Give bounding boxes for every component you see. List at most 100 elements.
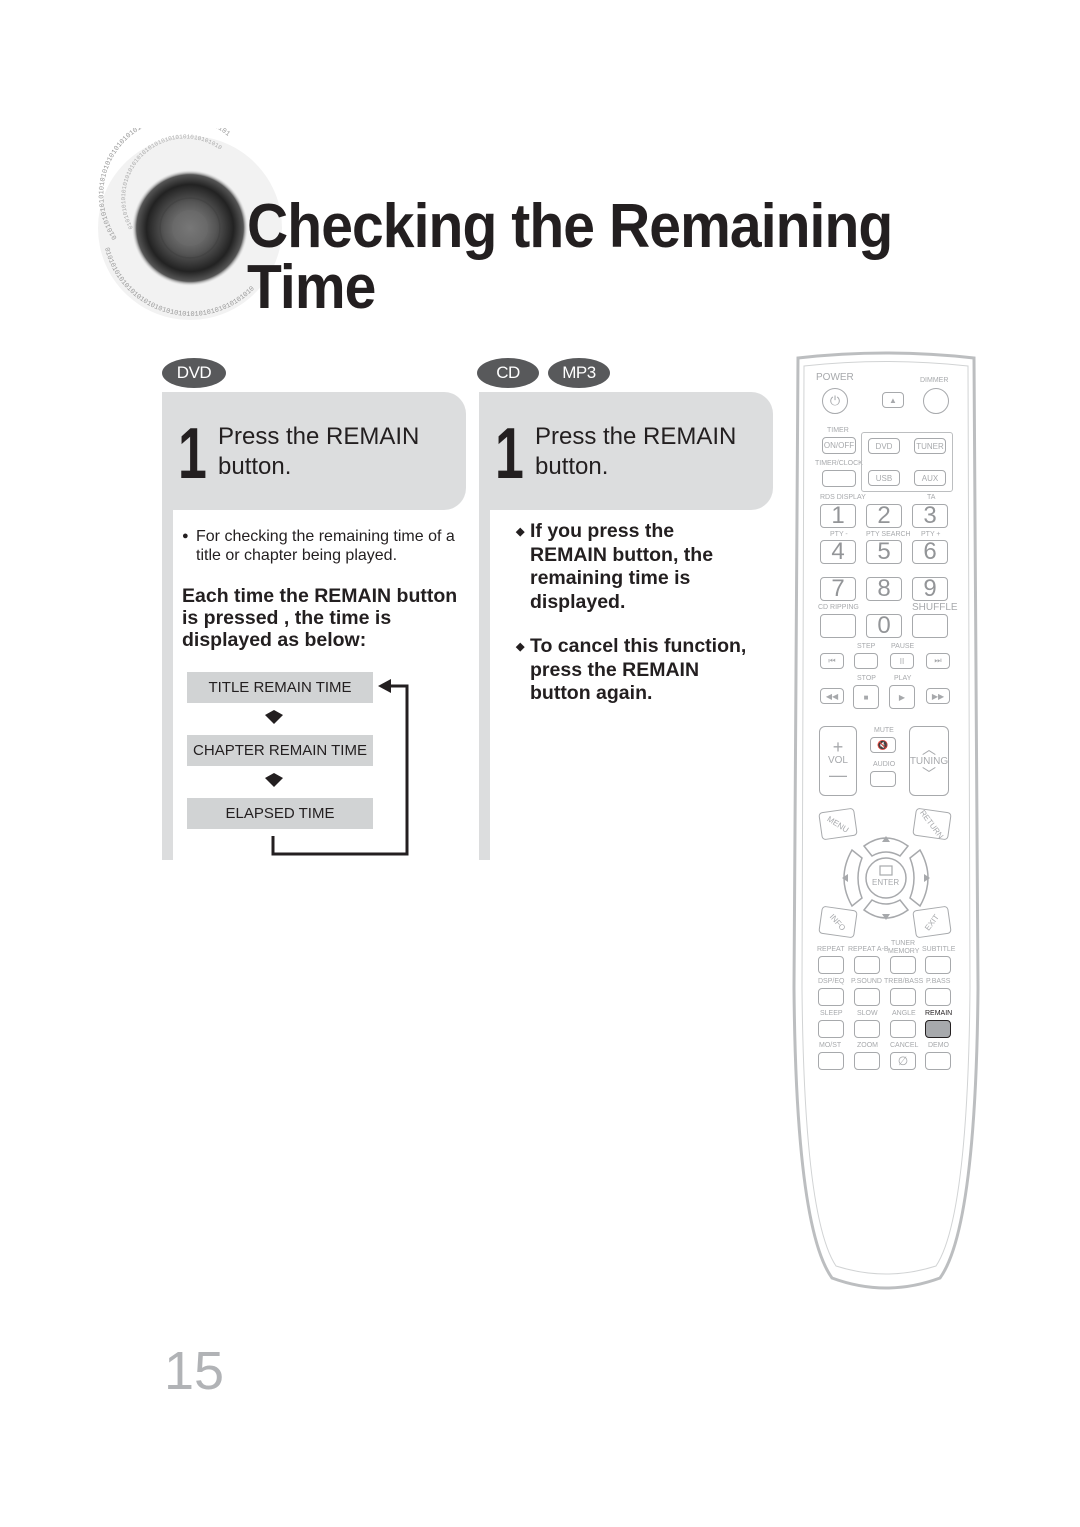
- pty-plus-label: PTY +: [921, 531, 941, 538]
- list-line: displayed.: [530, 590, 626, 613]
- list-line: button again.: [530, 682, 653, 704]
- dvd-badge: DVD: [162, 358, 226, 388]
- fn-label: MO/ST: [819, 1042, 842, 1049]
- list-line: remaining time is: [530, 567, 691, 589]
- demo-button: [925, 1052, 951, 1070]
- fn-label: REPEAT A-B: [848, 946, 889, 953]
- step-number: 1: [178, 414, 207, 494]
- fn-label: CANCEL: [890, 1042, 919, 1049]
- list-line: To cancel this function,: [530, 635, 747, 657]
- fn-label: P.BASS: [926, 978, 951, 985]
- tuning-label: TUNING: [909, 755, 949, 767]
- fn-label: ZOOM: [857, 1042, 878, 1049]
- list-item: ◆ To cancel this function, press the REM…: [516, 635, 747, 706]
- subtitle-button: [925, 956, 951, 974]
- treb-bass-button: [890, 988, 916, 1006]
- dimmer-button: [923, 388, 949, 414]
- instruction-list: ◆ If you press the REMAIN button, the re…: [516, 520, 747, 727]
- list-line: REMAIN button, the: [530, 543, 714, 566]
- digit-0-button: 0: [866, 612, 902, 639]
- list-line: press the REMAIN: [530, 658, 700, 681]
- list-item: ◆ If you press the REMAIN button, the re…: [516, 520, 746, 614]
- dsp-eq-button: [818, 988, 844, 1006]
- p-sound-button: [854, 988, 880, 1006]
- stop-label: STOP: [857, 675, 876, 682]
- digit-8-button: 8: [866, 575, 902, 602]
- fn-label: ANGLE: [892, 1010, 916, 1017]
- info-button: INFO: [818, 905, 858, 939]
- page-title: Checking the Remaining Time: [247, 192, 893, 322]
- tuner-memory-button: [890, 956, 916, 974]
- eject-button: ▲: [882, 392, 904, 408]
- pty-minus-label: PTY -: [830, 531, 848, 538]
- exit-label: EXIT: [923, 912, 941, 932]
- stop-button: ■: [853, 685, 879, 709]
- repeat-button: [818, 956, 844, 974]
- digit-7-button: 7: [820, 575, 856, 602]
- step-instruction: Press the REMAIN button.: [535, 422, 736, 482]
- fast-forward-button: ▶▶: [926, 688, 950, 704]
- remain-label-highlighted: REMAIN: [925, 1010, 953, 1017]
- mp3-badge: MP3: [548, 358, 610, 388]
- mute-label: MUTE: [874, 727, 894, 734]
- audio-label: AUDIO: [873, 761, 896, 768]
- step-button: [854, 653, 878, 669]
- timer-label: TIMER: [827, 427, 849, 434]
- step-box: 1 Press the REMAIN button.: [479, 392, 773, 510]
- cancel-button: ∅: [890, 1052, 916, 1070]
- note-text: ● For checking the remaining time of a t…: [182, 527, 455, 565]
- digit-1-button: 1: [820, 502, 856, 529]
- rewind-button: ◀◀: [820, 688, 844, 704]
- sleep-button: [818, 1020, 844, 1038]
- shuffle-button: [912, 614, 948, 638]
- display-sequence-intro: Each time the REMAIN button is pressed ,…: [182, 585, 457, 651]
- previous-track-button: ⏮: [820, 653, 844, 669]
- info-label: INFO: [828, 911, 848, 933]
- timer-on-off-button: ON/OFF: [822, 437, 856, 454]
- repeat-a-b-button: [854, 956, 880, 974]
- step-line: Press the REMAIN: [218, 423, 420, 450]
- step-line: Press the REMAIN: [535, 423, 737, 450]
- mo-st-button: [818, 1052, 844, 1070]
- fn-label: DEMO: [928, 1042, 949, 1049]
- fn-label: TREB/BASS: [884, 978, 924, 985]
- ta-label: TA: [927, 494, 936, 501]
- timer-clock-button: [822, 470, 856, 487]
- digit-5-button: 5: [866, 538, 902, 565]
- cd-ripping-label: CD RIPPING: [818, 604, 859, 611]
- step-label: STEP: [857, 643, 876, 650]
- fn-label: SUBTITLE: [922, 946, 956, 953]
- shuffle-label: SHUFFLE: [912, 602, 958, 613]
- plus-icon: +: [832, 736, 844, 757]
- angle-button: [890, 1020, 916, 1038]
- p-bass-button: [925, 988, 951, 1006]
- rds-display-label: RDS DISPLAY: [820, 494, 866, 501]
- diamond-bullet-icon: ◆: [516, 526, 525, 538]
- page-number: 15: [164, 1341, 225, 1401]
- dvd-source-button: DVD: [868, 438, 900, 454]
- chevron-up-icon: ︿: [922, 740, 936, 757]
- enter-label: ENTER: [872, 878, 900, 887]
- play-label: PLAY: [894, 675, 912, 682]
- chevron-down-icon: ﹀: [922, 765, 936, 782]
- tuner-source-button: TUNER: [914, 438, 946, 454]
- remote-control-illustration: POWER DIMMER ⏻ ▲ TIMER ON/OFF TIMER/CLOC…: [790, 348, 982, 1296]
- cd-ripping-button: [820, 614, 856, 638]
- diamond-bullet-icon: ◆: [516, 641, 525, 653]
- volume-rocker: + VOL —: [819, 726, 857, 796]
- remain-button-highlighted: [925, 1020, 951, 1038]
- vol-label: VOL: [827, 754, 848, 766]
- pause-button: II: [890, 653, 914, 669]
- pause-label: PAUSE: [891, 643, 915, 650]
- step-line: button.: [218, 453, 292, 480]
- bullet-icon: ●: [182, 530, 189, 542]
- digit-4-button: 4: [820, 538, 856, 565]
- page-title-line2: Time: [247, 253, 376, 322]
- digit-3-button: 3: [912, 502, 948, 529]
- paragraph-line: displayed as below:: [182, 629, 367, 651]
- digit-6-button: 6: [912, 538, 948, 565]
- fn-label: TUNER MEMORY: [888, 940, 920, 955]
- page-title-line1: Checking the Remaining: [247, 192, 893, 261]
- step-line: button.: [535, 453, 609, 480]
- step-box: 1 Press the REMAIN button.: [162, 392, 466, 510]
